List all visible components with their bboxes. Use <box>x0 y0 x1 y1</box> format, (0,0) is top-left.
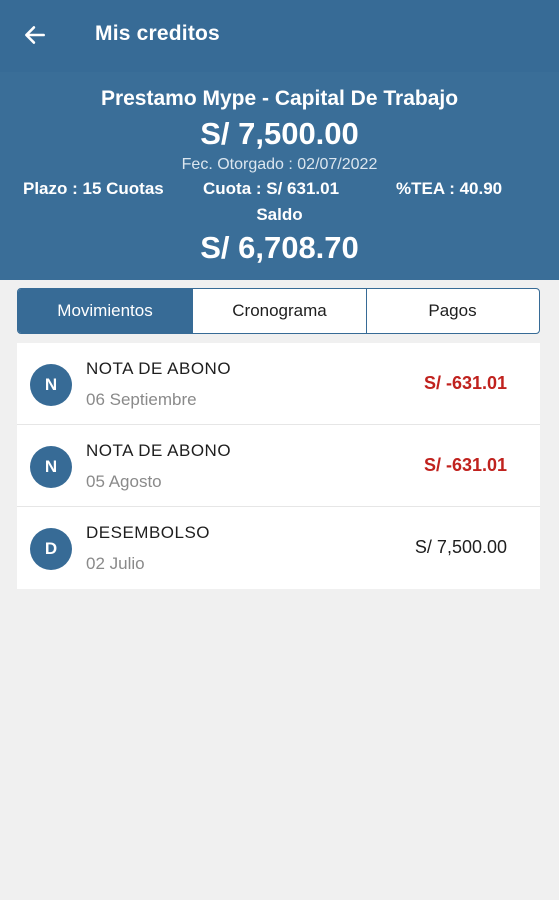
tab-movimientos[interactable]: Movimientos <box>18 289 192 333</box>
list-item[interactable]: N NOTA DE ABONO 05 Agosto S/ -631.01 <box>17 425 540 507</box>
list-item[interactable]: D DESEMBOLSO 02 Julio S/ 7,500.00 <box>17 507 540 589</box>
credit-summary: Prestamo Mype - Capital De Trabajo S/ 7,… <box>0 72 559 280</box>
movement-title: NOTA DE ABONO <box>86 359 232 378</box>
movement-title: NOTA DE ABONO <box>86 441 232 460</box>
list-item[interactable]: N NOTA DE ABONO 06 Septiembre S/ -631.01 <box>17 343 540 425</box>
balance-label: Saldo <box>256 205 303 224</box>
tab-pagos[interactable]: Pagos <box>366 289 538 333</box>
page-title: Mis creditos <box>95 22 220 45</box>
avatar: D <box>30 528 72 570</box>
avatar: N <box>30 364 72 406</box>
movement-date: 05 Agosto <box>86 472 162 491</box>
back-button[interactable] <box>18 18 52 52</box>
tab-cronograma[interactable]: Cronograma <box>192 289 366 333</box>
tab-bar: Movimientos Cronograma Pagos <box>17 288 540 334</box>
movement-date: 06 Septiembre <box>86 390 197 409</box>
term-text: Plazo : 15 Cuotas <box>23 179 164 198</box>
granted-date: Fec. Otorgado : 02/07/2022 <box>181 156 378 173</box>
movement-date: 02 Julio <box>86 554 145 573</box>
movements-list: N NOTA DE ABONO 06 Septiembre S/ -631.01… <box>17 343 540 589</box>
movement-amount: S/ 7,500.00 <box>414 537 507 557</box>
credit-details-row: Plazo : 15 Cuotas Cuota : S/ 631.01 %TEA… <box>0 179 559 201</box>
avatar: N <box>30 446 72 488</box>
movement-title: DESEMBOLSO <box>86 523 211 542</box>
app-bar: Mis creditos <box>0 0 559 72</box>
balance-amount: S/ 6,708.70 <box>200 230 359 265</box>
tea-text: %TEA : 40.90 <box>396 179 503 198</box>
product-name: Prestamo Mype - Capital De Trabajo <box>100 87 459 110</box>
arrow-left-icon <box>25 26 45 44</box>
movement-amount: S/ -631.01 <box>423 455 507 475</box>
movement-amount: S/ -631.01 <box>423 373 507 393</box>
credit-amount: S/ 7,500.00 <box>200 116 359 151</box>
installment-text: Cuota : S/ 631.01 <box>203 179 340 198</box>
